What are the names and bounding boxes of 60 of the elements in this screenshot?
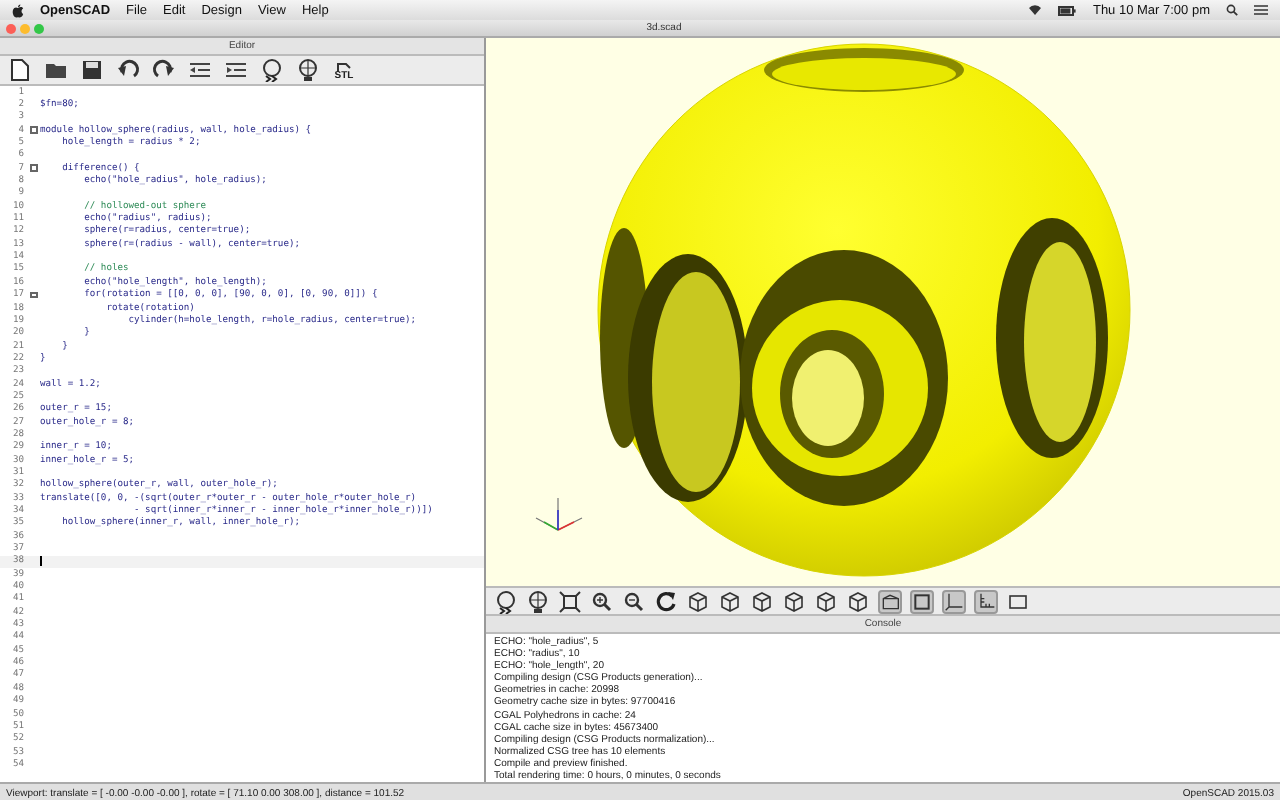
circular-arrow-button[interactable] — [654, 589, 678, 613]
perspective-cube-button[interactable] — [878, 589, 902, 613]
zoom-in-icon — [590, 589, 614, 613]
unindent-icon — [188, 58, 212, 82]
sphere-render-button[interactable] — [296, 58, 320, 82]
cube-button[interactable] — [846, 589, 870, 613]
cube-icon — [718, 589, 742, 613]
fold-toggle[interactable] — [30, 126, 38, 134]
cube-icon — [686, 589, 710, 613]
edges-button[interactable] — [1006, 589, 1030, 613]
sphere-preview-icon — [260, 58, 284, 82]
redo-icon — [152, 58, 176, 82]
sphere-render-button[interactable] — [526, 589, 550, 613]
orthogonal-cube-button[interactable] — [910, 589, 934, 613]
cube-button[interactable] — [686, 589, 710, 613]
stl-export-icon — [332, 59, 356, 71]
sphere-render-icon — [296, 58, 320, 82]
undo-button[interactable] — [116, 58, 140, 82]
undo-icon — [116, 58, 140, 82]
circular-arrow-icon — [654, 589, 678, 613]
folder-button[interactable] — [44, 58, 68, 82]
view-all-button[interactable] — [558, 589, 582, 613]
3d-viewport[interactable] — [486, 38, 1280, 586]
document-button[interactable] — [8, 58, 32, 82]
battery-icon[interactable] — [1058, 5, 1077, 15]
text-cursor — [40, 556, 42, 567]
fold-toggle[interactable] — [30, 164, 38, 172]
indent-button[interactable] — [224, 58, 248, 82]
zoom-out-icon — [622, 589, 646, 613]
scale-markers-button[interactable] — [974, 589, 998, 613]
indent-icon — [224, 58, 248, 82]
cube-icon — [750, 589, 774, 613]
sphere-preview-icon — [494, 589, 518, 613]
sphere-preview-button[interactable] — [260, 58, 284, 82]
edges-icon — [1006, 589, 1030, 613]
list-icon[interactable] — [1254, 4, 1268, 16]
orthogonal-cube-icon — [912, 589, 932, 613]
sphere-render-icon — [526, 589, 550, 613]
cube-icon — [846, 589, 870, 613]
zoom-in-button[interactable] — [590, 589, 614, 613]
sphere-preview-button[interactable] — [494, 589, 518, 613]
cube-button[interactable] — [814, 589, 838, 613]
apple-logo-icon[interactable] — [12, 3, 24, 17]
scale-markers-icon — [976, 589, 996, 613]
unindent-button[interactable] — [188, 58, 212, 82]
wifi-icon[interactable] — [1028, 4, 1043, 16]
cube-button[interactable] — [782, 589, 806, 613]
cube-icon — [782, 589, 806, 613]
view-all-icon — [558, 589, 582, 613]
search-icon[interactable] — [1226, 4, 1238, 16]
cube-button[interactable] — [750, 589, 774, 613]
redo-button[interactable] — [152, 58, 176, 82]
cube-button[interactable] — [718, 589, 742, 613]
perspective-cube-icon — [880, 589, 900, 613]
floppy-disk-button[interactable] — [80, 58, 104, 82]
fold-toggle[interactable] — [30, 291, 38, 299]
cube-icon — [814, 589, 838, 613]
zoom-out-button[interactable] — [622, 589, 646, 613]
axes-icon — [944, 589, 964, 613]
axes-button[interactable] — [942, 589, 966, 613]
